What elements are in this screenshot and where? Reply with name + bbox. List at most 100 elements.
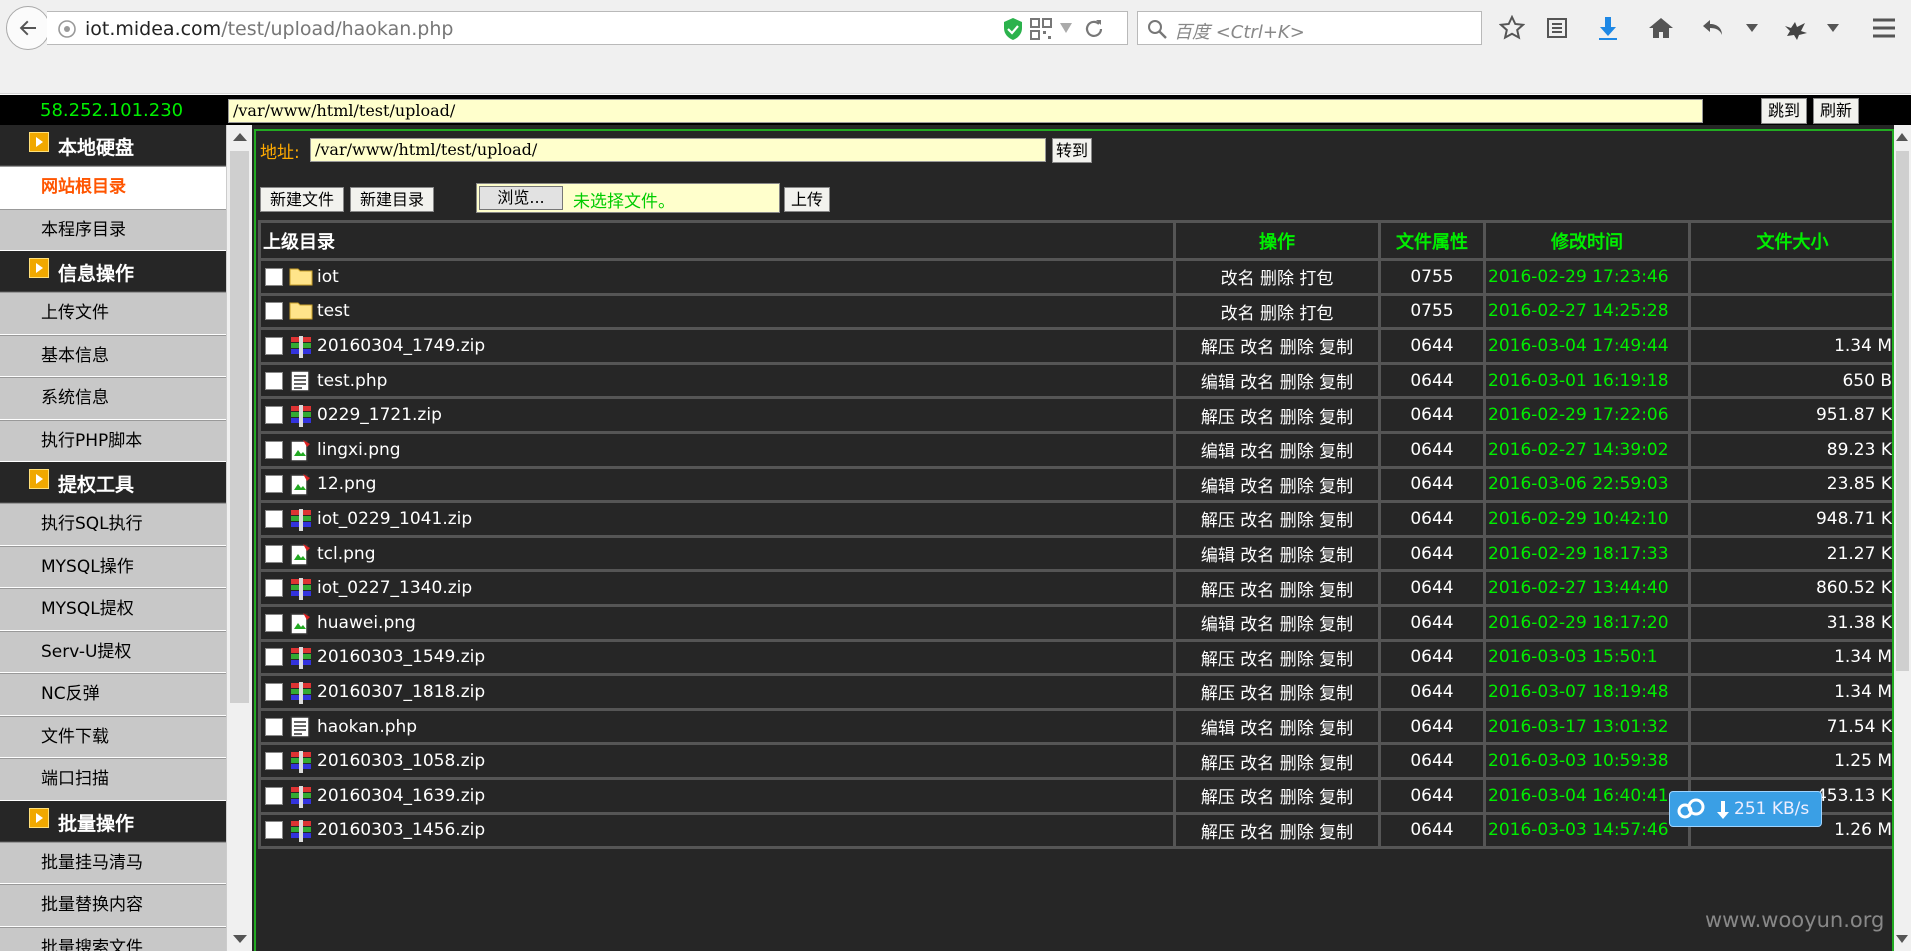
row-checkbox[interactable] <box>265 682 283 701</box>
scrollbar-thumb[interactable] <box>230 151 249 703</box>
file-mtime[interactable]: 2016-03-06 22:59:03 <box>1483 465 1691 504</box>
addon-icon[interactable] <box>1782 14 1810 42</box>
file-ops-links[interactable]: 编辑 改名 删除 复制 <box>1173 603 1381 642</box>
sidebar-item-file-download[interactable]: 文件下载 <box>0 715 226 758</box>
file-name-link[interactable]: 20160303_1058.zip <box>317 751 485 771</box>
row-checkbox[interactable] <box>265 786 283 805</box>
file-ops-links[interactable]: 编辑 改名 删除 复制 <box>1173 465 1381 504</box>
sidebar-item-servu-privesc[interactable]: Serv-U提权 <box>0 630 226 673</box>
file-name-link[interactable]: iot <box>317 267 339 287</box>
file-mtime[interactable]: 2016-03-07 18:19:48 <box>1483 673 1691 711</box>
file-mtime[interactable]: 2016-03-04 16:40:41 <box>1483 776 1691 815</box>
file-name-link[interactable]: 20160304_1639.zip <box>317 786 485 806</box>
row-checkbox[interactable] <box>265 406 283 425</box>
file-mtime[interactable]: 2016-03-03 15:50:1 <box>1483 638 1691 677</box>
download-icon[interactable] <box>1594 14 1622 42</box>
file-mtime[interactable]: 2016-02-27 14:39:02 <box>1483 430 1691 469</box>
main-scrollbar[interactable] <box>1894 125 1911 951</box>
file-perm[interactable]: 0644 <box>1378 327 1486 365</box>
file-name-link[interactable]: tcl.png <box>317 544 376 564</box>
url-bar[interactable]: iot.midea.com/test/upload/haokan.php <box>47 11 1128 45</box>
path-input[interactable]: /var/www/html/test/upload/ <box>228 99 1703 123</box>
file-name-link[interactable]: lingxi.png <box>317 440 401 460</box>
row-checkbox[interactable] <box>265 475 283 494</box>
back-button[interactable] <box>6 6 50 50</box>
scroll-down-icon[interactable] <box>233 935 247 943</box>
sidebar-item-system-info[interactable]: 系统信息 <box>0 377 226 420</box>
undo-icon[interactable] <box>1699 14 1727 42</box>
file-name-link[interactable]: haokan.php <box>317 717 417 737</box>
file-mtime[interactable]: 2016-03-04 17:49:44 <box>1483 327 1691 365</box>
sidebar-item-port-scan[interactable]: 端口扫描 <box>0 758 226 801</box>
file-mtime[interactable]: 2016-02-29 18:17:20 <box>1483 603 1691 642</box>
shield-icon[interactable] <box>1002 17 1024 41</box>
reload-icon[interactable] <box>1083 18 1105 40</box>
row-checkbox[interactable] <box>265 302 283 321</box>
row-checkbox[interactable] <box>265 509 283 528</box>
file-perm[interactable]: 0644 <box>1378 673 1486 711</box>
file-name-link[interactable]: test <box>317 301 350 321</box>
file-ops-links[interactable]: 解压 改名 删除 复制 <box>1173 776 1381 815</box>
goto-button[interactable]: 转到 <box>1052 138 1092 163</box>
file-ops-links[interactable]: 编辑 改名 删除 复制 <box>1173 361 1381 400</box>
row-checkbox[interactable] <box>265 544 283 563</box>
file-ops-links[interactable]: 解压 改名 删除 复制 <box>1173 500 1381 538</box>
file-perm[interactable]: 0755 <box>1378 258 1486 296</box>
file-perm[interactable]: 0644 <box>1378 707 1486 746</box>
sidebar-item-batch-trojan[interactable]: 批量挂马清马 <box>0 841 226 884</box>
file-perm[interactable]: 0644 <box>1378 500 1486 538</box>
file-mtime[interactable]: 2016-02-27 13:44:40 <box>1483 569 1691 607</box>
file-perm[interactable]: 0644 <box>1378 361 1486 400</box>
new-dir-button[interactable]: 新建目录 <box>350 187 434 212</box>
file-name-link[interactable]: 20160303_1456.zip <box>317 820 485 840</box>
file-perm[interactable]: 0644 <box>1378 430 1486 469</box>
file-mtime[interactable]: 2016-03-03 10:59:38 <box>1483 742 1691 780</box>
file-mtime[interactable]: 2016-03-03 14:57:46 <box>1483 811 1691 850</box>
row-checkbox[interactable] <box>265 717 283 736</box>
file-ops-links[interactable]: 改名 删除 打包 <box>1173 292 1381 331</box>
row-checkbox[interactable] <box>265 440 283 459</box>
sidebar-item-batch-search[interactable]: 批量搜索文件 <box>0 926 226 951</box>
row-checkbox[interactable] <box>265 579 283 598</box>
file-name-link[interactable]: test.php <box>317 371 387 391</box>
file-name-link[interactable]: 20160304_1749.zip <box>317 336 485 356</box>
file-name-link[interactable]: huawei.png <box>317 613 416 633</box>
search-bar[interactable]: 百度 <Ctrl+K> <box>1137 11 1482 45</box>
row-checkbox[interactable] <box>265 648 283 667</box>
sidebar-item-exec-sql[interactable]: 执行SQL执行 <box>0 503 226 546</box>
file-ops-links[interactable]: 解压 改名 删除 复制 <box>1173 396 1381 434</box>
row-checkbox[interactable] <box>265 821 283 840</box>
sidebar-item-program-dir[interactable]: 本程序目录 <box>0 208 226 251</box>
address-input[interactable]: /var/www/html/test/upload/ <box>310 138 1046 162</box>
scroll-up-icon[interactable] <box>233 133 247 141</box>
file-perm[interactable]: 0644 <box>1378 534 1486 573</box>
sidebar-item-mysql-ops[interactable]: MYSQL操作 <box>0 545 226 588</box>
file-name-link[interactable]: 0229_1721.zip <box>317 405 442 425</box>
browse-button[interactable]: 浏览... <box>479 186 563 210</box>
hamburger-menu-icon[interactable] <box>1870 14 1898 42</box>
file-perm[interactable]: 0644 <box>1378 638 1486 677</box>
upload-button[interactable]: 上传 <box>784 187 830 212</box>
file-mtime[interactable]: 2016-03-01 16:19:18 <box>1483 361 1691 400</box>
file-upload-field[interactable]: 浏览... 未选择文件。 <box>476 183 780 213</box>
file-name-link[interactable]: iot_0227_1340.zip <box>317 578 472 598</box>
row-checkbox[interactable] <box>265 336 283 355</box>
file-ops-links[interactable]: 改名 删除 打包 <box>1173 258 1381 296</box>
sidebar-item-web-root[interactable]: 网站根目录 <box>0 166 226 209</box>
row-checkbox[interactable] <box>265 752 283 771</box>
sidebar-item-upload-file[interactable]: 上传文件 <box>0 292 226 335</box>
sidebar-item-nc-reverse[interactable]: NC反弹 <box>0 673 226 716</box>
file-perm[interactable]: 0755 <box>1378 292 1486 331</box>
sidebar-scrollbar[interactable] <box>226 125 252 951</box>
file-name-link[interactable]: 20160303_1549.zip <box>317 647 485 667</box>
row-checkbox[interactable] <box>265 267 283 286</box>
row-checkbox[interactable] <box>265 613 283 632</box>
file-mtime[interactable]: 2016-02-29 10:42:10 <box>1483 500 1691 538</box>
parent-dir-link[interactable]: 上级目录 <box>258 220 1176 261</box>
scrollbar-thumb[interactable] <box>1896 151 1909 671</box>
scroll-up-icon[interactable] <box>1896 133 1908 141</box>
sidebar-item-mysql-privesc[interactable]: MYSQL提权 <box>0 588 226 631</box>
file-name-link[interactable]: iot_0229_1041.zip <box>317 509 472 529</box>
scroll-down-icon[interactable] <box>1896 935 1908 943</box>
file-perm[interactable]: 0644 <box>1378 569 1486 607</box>
